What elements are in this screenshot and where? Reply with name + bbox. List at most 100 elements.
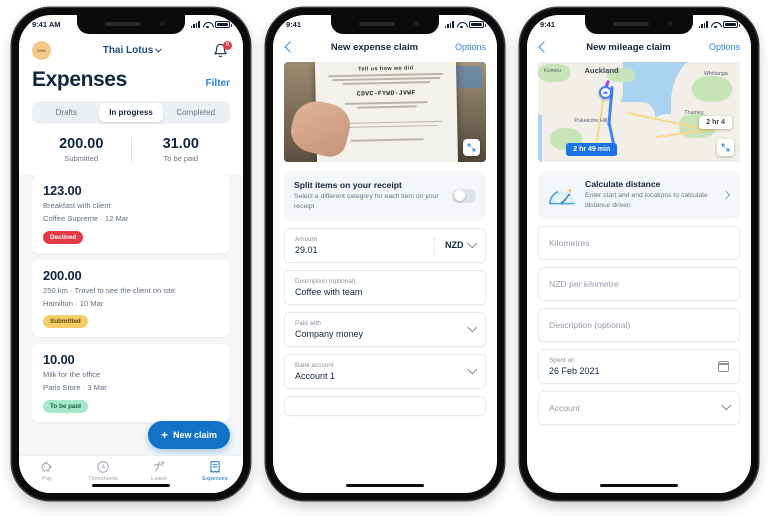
bank-account-label: Bank account: [295, 361, 334, 369]
chevron-down-icon: [721, 400, 731, 411]
next-field-partial[interactable]: [284, 395, 486, 416]
route-map[interactable]: Auckland Kumeu Whitianga Thames Pukekohe…: [538, 62, 740, 162]
back-chevron-icon[interactable]: [538, 41, 550, 53]
kilometres-placeholder: Kilometres: [549, 237, 590, 248]
options-button[interactable]: Options: [455, 42, 486, 52]
amount-field[interactable]: Amount 29.01 NZD: [284, 227, 486, 263]
amount-label: Amount: [295, 235, 318, 243]
plus-icon: +: [160, 428, 168, 442]
currency-value: NZD: [445, 240, 464, 251]
app-header: xero Thai Lotus 0: [32, 37, 232, 63]
tab-drafts[interactable]: Drafts: [34, 103, 99, 122]
tab-in-progress[interactable]: In progress: [98, 103, 164, 122]
options-button[interactable]: Options: [709, 42, 740, 52]
totals-summary: 200.00 Submitted 31.00 To be paid: [32, 134, 230, 175]
phone-expenses-list: 9:41 AM xero Thai Lotus 0 Expenses Filte…: [12, 8, 250, 500]
status-badge: Declined: [43, 230, 84, 244]
bottom-tab-bar: Pay Timesheets Leave Expenses: [19, 455, 243, 493]
page-title: Expenses: [32, 68, 127, 91]
calendar-icon[interactable]: [718, 360, 729, 372]
signal-icon: [444, 21, 454, 28]
spent-on-label: Spent on: [549, 356, 575, 364]
status-time: 9:41: [286, 20, 302, 29]
split-items-toggle[interactable]: [452, 188, 476, 203]
tab-timesheets[interactable]: Timesheets: [75, 460, 131, 482]
claim-line-1: 250 km · Travel to see the client on sit…: [43, 285, 176, 295]
chevron-down-icon: [467, 322, 477, 332]
map-label-auckland: Auckland: [584, 66, 619, 75]
clock-icon: [97, 461, 109, 473]
phone3-status-bar: 9:41: [527, 15, 751, 34]
tab-expenses[interactable]: Expenses: [187, 460, 243, 482]
nzd-per-kilometre-field[interactable]: NZD per kilometre: [538, 266, 740, 301]
status-indicators: [698, 20, 740, 29]
nzd-per-kilometre-placeholder: NZD per kilometre: [549, 278, 619, 289]
currency-selector[interactable]: NZD: [445, 238, 477, 251]
bank-account-field[interactable]: Bank account Account 1: [284, 353, 486, 389]
split-items-panel[interactable]: Split items on your receipt Select a dif…: [284, 171, 486, 221]
status-tabs: Drafts In progress Completed: [32, 101, 230, 124]
notifications-button[interactable]: 0: [213, 40, 232, 59]
description-field-col: Description (optional) Coffee with team: [295, 278, 475, 297]
tab-completed[interactable]: Completed: [163, 103, 228, 122]
status-indicators: [190, 20, 232, 29]
description-field[interactable]: Description (optional) Coffee with team: [284, 269, 486, 305]
phone1-status-bar: 9:41 AM: [19, 15, 243, 34]
split-items-text: Split items on your receipt Select a dif…: [294, 180, 444, 212]
tab-pay-label: Pay: [42, 475, 52, 482]
chevron-down-icon: [155, 45, 163, 53]
park-area-3: [691, 76, 732, 102]
spent-on-field-col: Spent on 26 Feb 2021: [549, 357, 712, 376]
calculate-distance-row[interactable]: Calculate distance Enter start and end l…: [538, 171, 740, 219]
page-title: New expense claim: [330, 41, 419, 53]
phone1-body: xero Thai Lotus 0 Expenses Filter Drafts…: [19, 34, 243, 493]
receipt-code: CDVC-FYWD-JVWF: [357, 89, 417, 98]
map-canvas: Auckland Kumeu Whitianga Thames Pukekohe…: [538, 62, 740, 162]
expand-map-button[interactable]: [717, 139, 734, 156]
battery-icon: [469, 20, 486, 29]
receipt-photo[interactable]: Tell us how we did CDVC-FYWD-JVWF: [284, 62, 486, 162]
claim-amount: 200.00: [43, 267, 82, 283]
total-submitted: 200.00 Submitted: [32, 136, 131, 163]
list-item[interactable]: 10.00 Milk for the office Paris Store · …: [32, 344, 230, 422]
avatar[interactable]: xero: [32, 40, 51, 60]
tab-pay[interactable]: Pay: [19, 460, 75, 482]
car-pin-icon: [598, 86, 612, 99]
home-indicator: [600, 483, 678, 487]
signal-icon: [698, 21, 708, 28]
claims-list: 123.00 Breakfast with client Coffee Supr…: [19, 175, 243, 422]
new-claim-button[interactable]: + New claim: [147, 421, 230, 449]
account-field-col: Account: [549, 403, 717, 413]
claim-amount: 10.00: [43, 352, 75, 367]
back-chevron-icon[interactable]: [284, 41, 296, 53]
org-switcher[interactable]: Thai Lotus: [103, 45, 163, 56]
tab-leave-label: Leave: [151, 475, 167, 482]
status-time: 9:41: [540, 20, 556, 29]
paid-with-label: Paid with: [295, 319, 321, 327]
map-label-whitianga: Whitianga: [703, 71, 728, 77]
phone2-screen: 9:41 New expense claim Options Tell us h…: [273, 15, 497, 493]
chevron-right-icon: [721, 190, 731, 200]
phone2-navbar: New expense claim Options: [273, 34, 497, 60]
split-items-subtitle: Select a different category for each ite…: [294, 193, 439, 210]
phone1-screen: 9:41 AM xero Thai Lotus 0 Expenses Filte…: [19, 15, 243, 493]
paid-with-field[interactable]: Paid with Company money: [284, 311, 486, 347]
page-title: New mileage claim: [586, 41, 671, 53]
mileage-description-field[interactable]: Description (optional): [538, 307, 740, 342]
list-item[interactable]: 123.00 Breakfast with client Coffee Supr…: [32, 175, 230, 253]
filter-button[interactable]: Filter: [206, 78, 230, 92]
kilometres-field-col: Kilometres: [549, 238, 729, 248]
tab-leave[interactable]: Leave: [131, 460, 187, 482]
expand-photo-button[interactable]: [463, 139, 480, 156]
account-field[interactable]: Account: [538, 390, 740, 425]
map-label-pukekohe-hill: Pukekohe Hill: [574, 118, 608, 124]
receipt-heading: Tell us how we did: [358, 65, 414, 73]
receipt-photo-image: Tell us how we did CDVC-FYWD-JVWF: [284, 62, 486, 162]
list-item[interactable]: 200.00 250 km · Travel to see the client…: [32, 259, 230, 337]
claim-line-2: Hamilton · 10 Mar: [43, 298, 104, 308]
kilometres-field[interactable]: Kilometres: [538, 225, 740, 260]
battery-icon: [215, 20, 232, 29]
spent-on-field[interactable]: Spent on 26 Feb 2021: [538, 348, 740, 384]
piggy-bank-icon: [41, 461, 52, 472]
page-title-row: Expenses Filter: [32, 63, 230, 101]
